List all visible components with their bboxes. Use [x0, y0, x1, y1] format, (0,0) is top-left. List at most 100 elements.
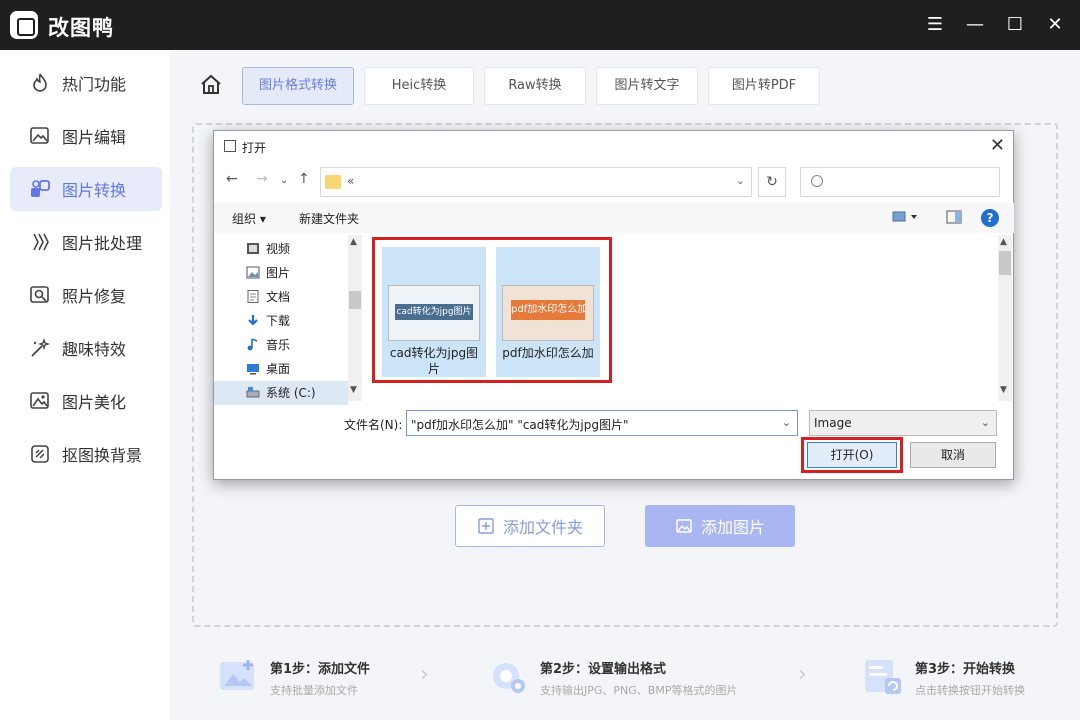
chevron-down-icon[interactable]: ⌄: [981, 416, 990, 429]
sidebar-item-hot[interactable]: 热门功能: [10, 61, 162, 105]
filename-label: 文件名(N):: [344, 418, 403, 432]
tab-image-to-pdf[interactable]: 图片转PDF: [708, 67, 820, 105]
navigation-pane: 视频 图片 文档 下载 音乐 桌面 系统 (C:) ▲ ▼: [214, 235, 362, 405]
path-text: «: [347, 174, 355, 188]
music-icon: [247, 338, 258, 351]
tab-heic-convert[interactable]: Heic转换: [364, 67, 474, 105]
sidebar-item-batch[interactable]: 图片批处理: [10, 220, 162, 264]
cancel-button[interactable]: 取消: [910, 442, 996, 468]
help-icon[interactable]: ?: [981, 209, 999, 227]
sidebar-item-label: 图片美化: [62, 393, 127, 412]
refresh-button[interactable]: ↻: [758, 167, 786, 197]
nav-item-pictures[interactable]: 图片: [214, 261, 348, 285]
add-file-step-icon: [220, 660, 254, 690]
file-type-value: Image: [814, 416, 852, 430]
tab-image-format-convert[interactable]: 图片格式转换: [242, 67, 354, 105]
nav-item-label: 系统 (C:): [266, 386, 316, 400]
batch-icon: [28, 230, 52, 254]
recent-chevron-icon[interactable]: ⌄: [280, 175, 288, 186]
sidebar-item-label: 抠图换背景: [62, 446, 143, 465]
maximize-button[interactable]: ☐: [1003, 13, 1027, 37]
nav-item-music[interactable]: 音乐: [214, 333, 348, 357]
photo-repair-icon: [28, 283, 52, 307]
sidebar-item-label: 图片批处理: [62, 234, 143, 253]
address-row: ← → ⌄ ↑ « ⌄ ↻: [214, 165, 1014, 199]
scroll-down-icon[interactable]: ▼: [350, 385, 357, 395]
search-input[interactable]: [800, 167, 1000, 197]
magic-wand-icon: [28, 336, 52, 360]
sidebar-item-image-edit[interactable]: 图片编辑: [10, 114, 162, 158]
step-desc: 支持批量添加文件: [270, 684, 358, 697]
nav-item-desktop[interactable]: 桌面: [214, 357, 348, 381]
step-title: 第1步：添加文件: [270, 662, 371, 677]
sidebar-item-label: 热门功能: [62, 75, 127, 94]
sidebar-item-cutout[interactable]: 抠图换背景: [10, 432, 162, 476]
highlight-frame: [801, 437, 903, 473]
forward-arrow-icon[interactable]: →: [256, 171, 268, 187]
filename-input[interactable]: "pdf加水印怎么加" "cad转化为jpg图片" ⌄: [406, 410, 798, 436]
nav-item-documents[interactable]: 文档: [214, 285, 348, 309]
nav-item-downloads[interactable]: 下载: [214, 309, 348, 333]
file-scroll-thumb[interactable]: [999, 251, 1011, 275]
organize-menu[interactable]: 组织 ▾: [232, 210, 266, 227]
menu-icon[interactable]: ☰: [923, 13, 947, 37]
close-button[interactable]: ✕: [1043, 13, 1067, 37]
app-logo-icon: [10, 11, 38, 39]
sidebar-item-label: 图片转换: [62, 181, 127, 200]
up-arrow-icon[interactable]: ↑: [298, 171, 310, 187]
pictures-icon: [246, 266, 260, 279]
add-folder-button[interactable]: 添加文件夹: [455, 505, 605, 547]
step-title: 第2步：设置输出格式: [540, 662, 667, 677]
scroll-up-icon[interactable]: ▲: [1000, 237, 1007, 247]
chevron-down-icon[interactable]: ⌄: [782, 416, 791, 429]
tab-image-to-text[interactable]: 图片转文字: [596, 67, 698, 105]
image-icon: [676, 519, 692, 533]
nav-item-label: 视频: [266, 242, 291, 256]
desktop-icon: [247, 364, 259, 375]
file-list-scrollbar[interactable]: ▲ ▼: [998, 235, 1012, 401]
step-1: 第1步：添加文件 支持批量添加文件: [218, 648, 448, 708]
minimize-button[interactable]: —: [963, 13, 987, 37]
add-folder-label: 添加文件夹: [502, 518, 583, 537]
sidebar-item-beautify[interactable]: 图片美化: [10, 379, 162, 423]
home-icon[interactable]: [198, 72, 224, 98]
dialog-toolbar: 组织 ▾ 新建文件夹 ?: [214, 203, 1014, 233]
scroll-up-icon[interactable]: ▲: [350, 237, 357, 247]
document-icon: [247, 290, 259, 303]
step-desc: 点击转换按钮开始转换: [915, 684, 1025, 697]
nav-item-system-drive[interactable]: 系统 (C:): [214, 381, 348, 405]
back-arrow-icon[interactable]: ←: [226, 171, 238, 187]
sidebar-item-photo-repair[interactable]: 照片修复: [10, 273, 162, 317]
drive-icon: [246, 387, 260, 398]
dialog-window-icon: [224, 140, 236, 152]
step-2: 第2步：设置输出格式 支持输出JPG、PNG、BMP等格式的图片: [488, 648, 758, 708]
app-title: 改图鸭: [48, 16, 114, 40]
nav-item-label: 图片: [266, 266, 291, 280]
chevron-down-icon[interactable]: ⌄: [736, 174, 745, 187]
add-image-button[interactable]: 添加图片: [645, 505, 795, 547]
open-file-dialog: 打开 ✕ ← → ⌄ ↑ « ⌄ ↻ 组织 ▾ 新建文件夹 ? 视频 图片 文档…: [213, 130, 1014, 480]
nav-pane-scrollbar[interactable]: ▲ ▼: [348, 235, 362, 401]
sidebar-item-label: 趣味特效: [62, 340, 127, 359]
flame-icon: [28, 71, 52, 95]
preview-pane-icon[interactable]: [946, 210, 962, 227]
nav-item-label: 桌面: [266, 362, 291, 376]
path-bar[interactable]: « ⌄: [320, 167, 752, 197]
scroll-down-icon[interactable]: ▼: [1000, 385, 1007, 395]
step-3: 第3步：开始转换 点击转换按钮开始转换: [863, 648, 1063, 708]
new-folder-button[interactable]: 新建文件夹: [299, 210, 359, 227]
nav-item-label: 音乐: [266, 338, 291, 352]
sidebar: 热门功能 图片编辑 图片转换 图片批处理 照片修复 趣味特效 图片美化 抠图换背…: [0, 50, 170, 720]
sidebar-item-image-convert[interactable]: 图片转换: [10, 167, 162, 211]
view-menu-icon[interactable]: [892, 210, 920, 227]
nav-scroll-thumb[interactable]: [349, 291, 361, 309]
video-icon: [247, 243, 259, 254]
tab-raw-convert[interactable]: Raw转换: [484, 67, 586, 105]
file-type-select[interactable]: Image ⌄: [809, 410, 997, 436]
nav-item-videos[interactable]: 视频: [214, 237, 348, 261]
folder-icon: [325, 175, 341, 189]
sidebar-item-label: 图片编辑: [62, 128, 127, 147]
convert-step-icon: [865, 660, 901, 694]
sidebar-item-fun-effects[interactable]: 趣味特效: [10, 326, 162, 370]
dialog-close-button[interactable]: ✕: [990, 135, 1005, 156]
